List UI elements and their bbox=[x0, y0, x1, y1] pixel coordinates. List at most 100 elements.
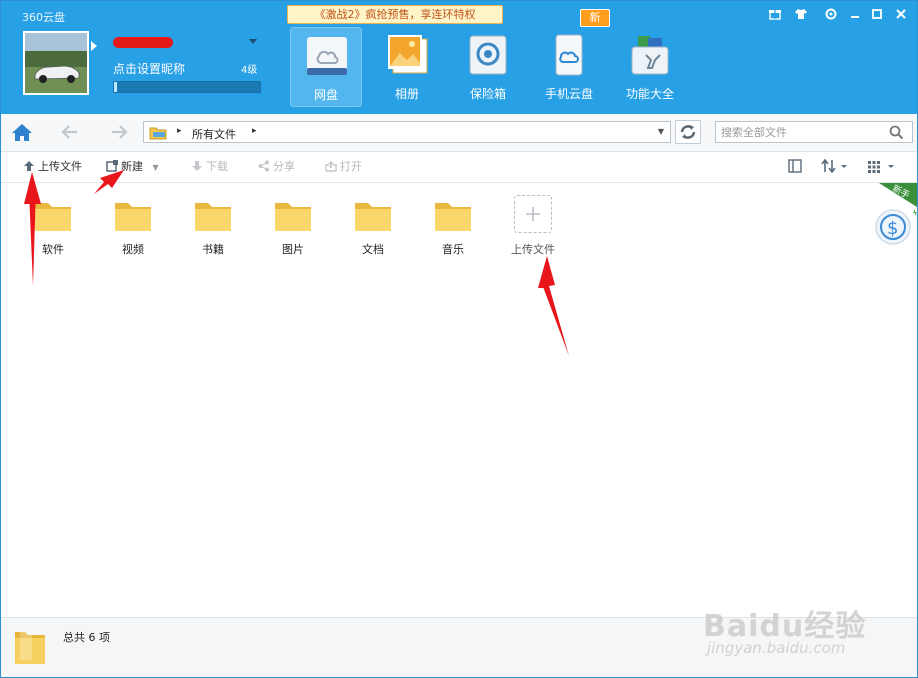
new-button-label: 新建 bbox=[121, 160, 143, 173]
search-box[interactable] bbox=[715, 121, 913, 143]
chevron-down-icon: ▼ bbox=[152, 163, 159, 172]
folder-item[interactable]: 软件 bbox=[21, 195, 85, 259]
folder-icon bbox=[115, 203, 151, 231]
open-button-label: 打开 bbox=[340, 160, 362, 173]
promo-banner[interactable]: 《激战2》疯抢预售，享连环特权 bbox=[287, 5, 503, 24]
folder-icon bbox=[355, 203, 391, 231]
share-button-label: 分享 bbox=[273, 160, 295, 173]
chevron-down-icon[interactable] bbox=[249, 39, 257, 44]
coin-badge-icon: 新手 $ bbox=[875, 182, 917, 245]
sort-button[interactable] bbox=[821, 158, 849, 175]
folder-icon bbox=[275, 203, 311, 231]
upload-tile-label: 上传文件 bbox=[511, 243, 555, 256]
new-button[interactable]: 新建 ▼ bbox=[106, 159, 159, 175]
folder-icon bbox=[149, 127, 167, 140]
folder-name: 文档 bbox=[362, 243, 384, 256]
layout-pane-icon bbox=[788, 159, 802, 173]
tab-label: 手机云盘 bbox=[544, 87, 593, 101]
gift-icon[interactable] bbox=[768, 7, 782, 21]
refresh-button[interactable] bbox=[675, 120, 701, 144]
upload-button-label: 上传文件 bbox=[38, 160, 82, 173]
tab-label: 功能大全 bbox=[625, 87, 674, 101]
toolbar: 上传文件 新建 ▼ 下载 分享 打开 bbox=[1, 152, 917, 183]
sort-icon bbox=[821, 158, 847, 174]
set-nickname-link[interactable]: 点击设置昵称 bbox=[113, 60, 185, 77]
share-button[interactable]: 分享 bbox=[258, 159, 295, 175]
forward-button[interactable] bbox=[104, 118, 134, 146]
tab-safe[interactable]: 保险箱 bbox=[452, 27, 524, 107]
folder-item[interactable]: 图片 bbox=[261, 195, 325, 259]
folder-item[interactable]: 视频 bbox=[101, 195, 165, 259]
settings-icon[interactable] bbox=[824, 7, 838, 21]
avatar-pointer-icon bbox=[91, 41, 97, 51]
folder-name: 音乐 bbox=[442, 243, 464, 256]
folder-large-icon bbox=[15, 630, 45, 664]
maximize-icon[interactable] bbox=[870, 7, 884, 21]
path-dropdown-icon[interactable]: ▼ bbox=[658, 127, 664, 136]
avatar[interactable] bbox=[23, 31, 89, 95]
tab-label: 网盘 bbox=[313, 88, 338, 102]
arrow-left-icon bbox=[61, 125, 77, 139]
coin-symbol: $ bbox=[887, 218, 898, 239]
path-separator-icon: ▸ bbox=[177, 126, 182, 136]
open-icon bbox=[325, 161, 337, 172]
folder-name: 视频 bbox=[122, 243, 144, 256]
upload-placeholder bbox=[514, 195, 552, 233]
folder-name: 图片 bbox=[282, 243, 304, 256]
folder-icon bbox=[35, 203, 71, 231]
search-icon[interactable] bbox=[889, 125, 904, 140]
search-input[interactable] bbox=[721, 124, 881, 140]
upload-arrow-icon bbox=[24, 161, 34, 171]
folder-name: 软件 bbox=[42, 243, 64, 256]
tab-tools[interactable]: 功能大全 bbox=[614, 27, 686, 107]
minimize-icon[interactable] bbox=[848, 7, 862, 21]
preview-pane-toggle[interactable] bbox=[788, 159, 802, 175]
file-grid: 软件 视频 书籍 图片 文档 音乐 上传文件 bbox=[1, 183, 917, 617]
username-redacted bbox=[113, 37, 173, 48]
path-segment-all-files[interactable]: 所有文件 bbox=[192, 126, 236, 142]
view-mode-button[interactable] bbox=[867, 159, 897, 175]
tab-label: 相册 bbox=[394, 87, 419, 101]
tab-netdisk[interactable]: 网盘 bbox=[290, 27, 362, 107]
home-button[interactable] bbox=[7, 118, 37, 146]
safe-box-icon bbox=[469, 35, 507, 75]
side-widget[interactable]: 新手 $ bbox=[873, 182, 917, 251]
toolbox-icon bbox=[631, 36, 669, 75]
arrow-right-icon bbox=[112, 125, 128, 139]
upload-button[interactable]: 上传文件 bbox=[23, 159, 82, 175]
close-icon[interactable] bbox=[894, 7, 908, 21]
app-window: 360云盘 《激战2》疯抢预售，享连环特权 点击设置昵称 4级 网盘 相册 保险… bbox=[0, 0, 918, 678]
new-folder-icon bbox=[106, 160, 118, 172]
user-level: 4级 bbox=[241, 65, 258, 76]
status-bar: 总共 6 项 bbox=[1, 617, 917, 677]
mobile-cloud-icon bbox=[555, 34, 583, 76]
back-button[interactable] bbox=[55, 118, 85, 146]
tab-label: 保险箱 bbox=[469, 87, 506, 101]
skin-icon[interactable] bbox=[794, 7, 808, 21]
header: 360云盘 《激战2》疯抢预售，享连环特权 点击设置昵称 4级 网盘 相册 保险… bbox=[1, 1, 917, 114]
folder-icon bbox=[195, 203, 231, 231]
download-arrow-icon bbox=[192, 161, 202, 171]
path-separator-icon: ▸ bbox=[252, 126, 257, 136]
folder-name: 书籍 bbox=[202, 243, 224, 256]
app-title: 360云盘 bbox=[22, 11, 65, 24]
open-button[interactable]: 打开 bbox=[325, 159, 362, 175]
cloud-drive-icon bbox=[307, 37, 347, 75]
upload-tile[interactable]: 上传文件 bbox=[501, 195, 565, 259]
grid-view-icon bbox=[868, 161, 894, 173]
home-icon bbox=[12, 124, 32, 141]
tab-album[interactable]: 相册 bbox=[371, 27, 443, 107]
folder-item[interactable]: 音乐 bbox=[421, 195, 485, 259]
item-count: 总共 6 项 bbox=[63, 631, 110, 644]
storage-quota-fill bbox=[114, 82, 117, 92]
tab-mobile[interactable]: 手机云盘 bbox=[533, 27, 605, 107]
refresh-icon bbox=[680, 125, 696, 139]
plus-icon bbox=[526, 207, 540, 221]
folder-item[interactable]: 书籍 bbox=[181, 195, 245, 259]
folder-item[interactable]: 文档 bbox=[341, 195, 405, 259]
new-badge: 新 bbox=[580, 9, 610, 27]
storage-quota-bar bbox=[113, 81, 261, 93]
folder-icon bbox=[435, 203, 471, 231]
download-button[interactable]: 下载 bbox=[191, 159, 228, 175]
path-bar[interactable]: ▸ 所有文件 ▸ ▼ bbox=[143, 121, 671, 143]
